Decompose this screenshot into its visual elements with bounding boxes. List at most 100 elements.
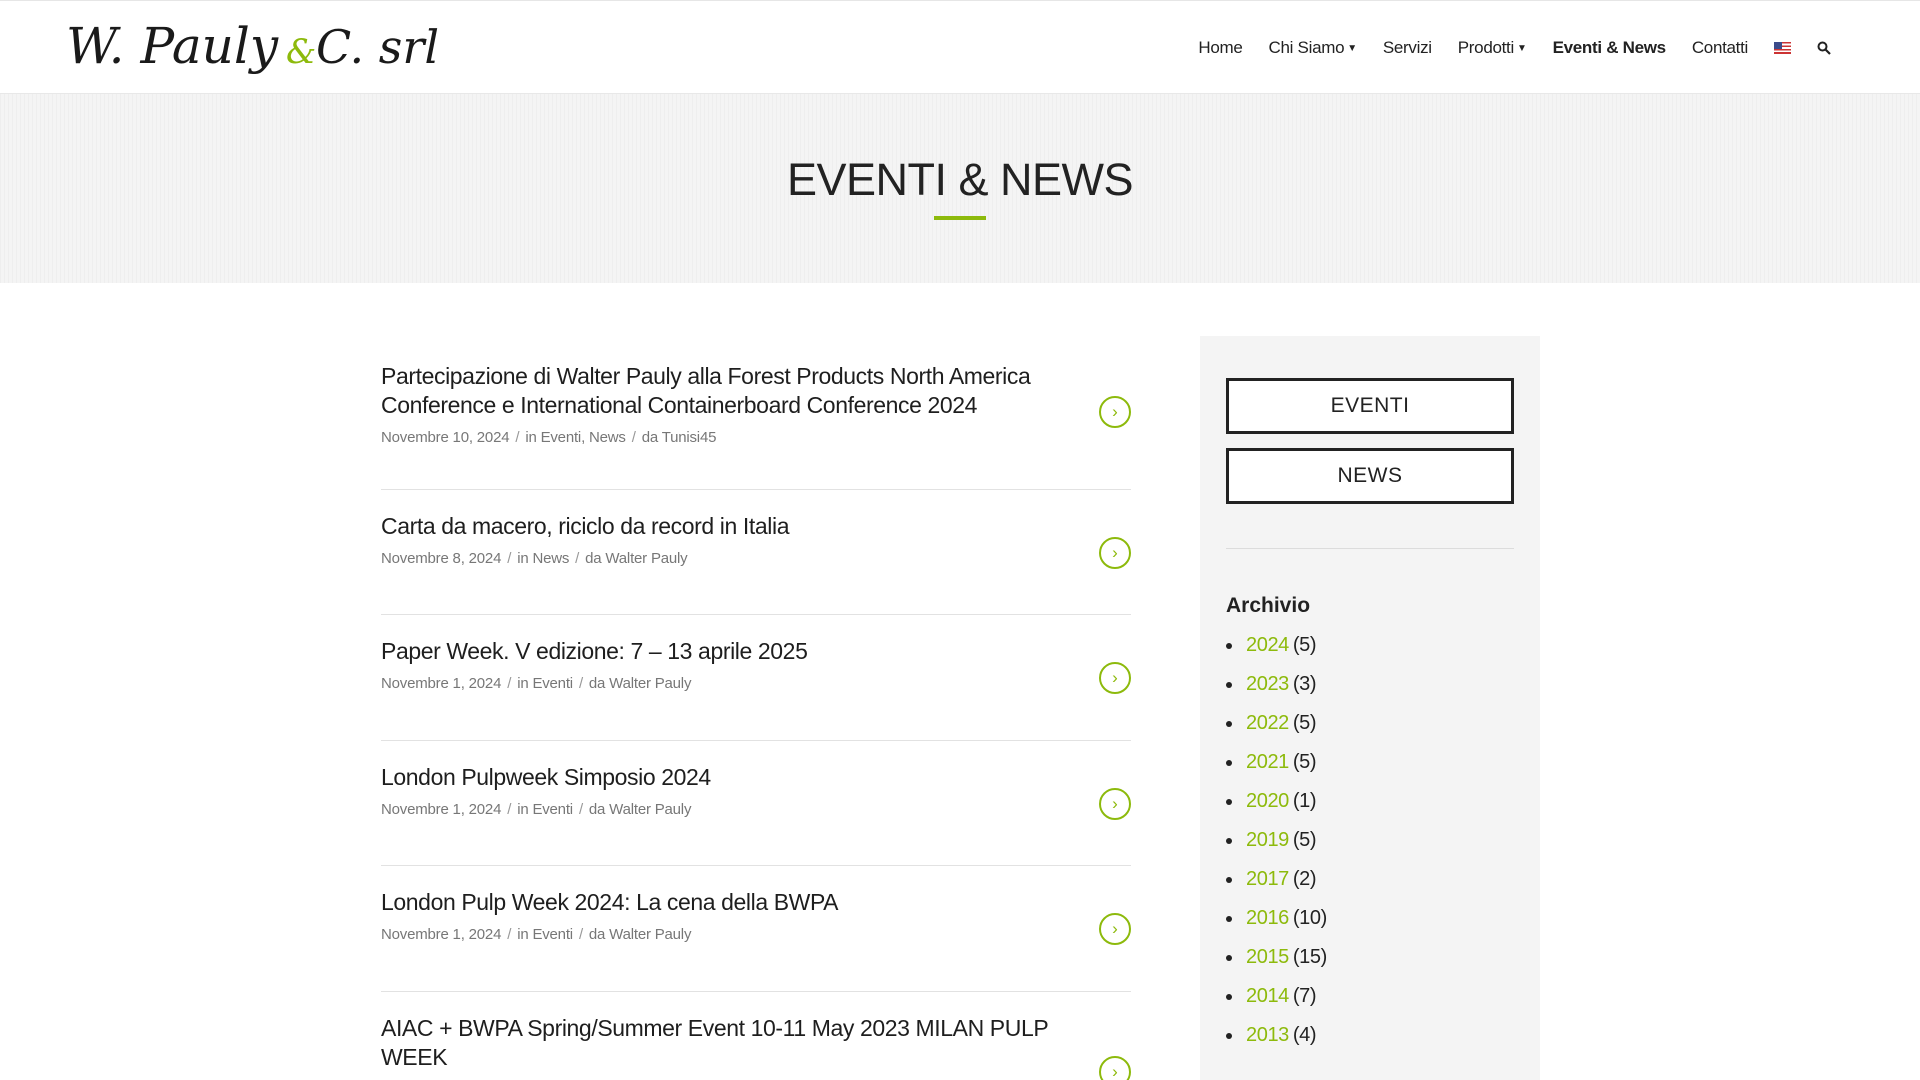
nav-home[interactable]: Home bbox=[1185, 1, 1255, 95]
archive-year-link[interactable]: 2016 bbox=[1246, 907, 1289, 930]
archive-item: 2014 (7) bbox=[1226, 977, 1327, 1016]
nav-chi-siamo[interactable]: Chi Siamo ▼ bbox=[1256, 1, 1370, 95]
title-underline bbox=[934, 216, 986, 220]
in-label: in bbox=[517, 801, 529, 818]
logo-wordmark: W. Pauly & C. srl bbox=[66, 17, 439, 75]
archive-year-link[interactable]: 2024 bbox=[1246, 634, 1289, 657]
archive-year-link[interactable]: 2021 bbox=[1246, 751, 1289, 774]
read-more-arrow-icon[interactable]: › bbox=[1099, 662, 1131, 694]
archive-year-link[interactable]: 2020 bbox=[1246, 790, 1289, 813]
archive-item: 2016 (10) bbox=[1226, 899, 1327, 938]
archive-item: 2017 (2) bbox=[1226, 860, 1327, 899]
archive-count: (1) bbox=[1292, 790, 1317, 812]
logo-text-tail: C. srl bbox=[316, 20, 439, 74]
archive-year-link[interactable]: 2014 bbox=[1246, 985, 1289, 1008]
archive-count: (7) bbox=[1292, 985, 1317, 1007]
nav-contatti-label: Contatti bbox=[1691, 38, 1748, 57]
archive-count: (15) bbox=[1292, 946, 1327, 968]
read-more-arrow-icon[interactable]: › bbox=[1099, 788, 1131, 820]
by-label: da bbox=[588, 801, 606, 818]
eventi-category-button[interactable]: EVENTI bbox=[1226, 378, 1514, 434]
post-meta: Novembre 1, 2024/in Eventi / da Walter Pau… bbox=[381, 675, 692, 692]
read-more-arrow-icon[interactable]: › bbox=[1099, 396, 1131, 428]
post-category-link[interactable]: Eventi, News bbox=[541, 429, 626, 446]
page-title: EVENTI & NEWS bbox=[786, 154, 1134, 205]
nav-contatti[interactable]: Contatti bbox=[1679, 1, 1761, 95]
nav-home-label: Home bbox=[1198, 38, 1243, 57]
nav-servizi[interactable]: Servizi bbox=[1370, 1, 1445, 95]
archive-year-link[interactable]: 2015 bbox=[1246, 946, 1289, 969]
page-banner: EVENTI & NEWS bbox=[0, 94, 1920, 283]
read-more-arrow-icon[interactable]: › bbox=[1099, 537, 1131, 569]
post-author-link[interactable]: Tunisi45 bbox=[662, 429, 717, 446]
nav-prodotti[interactable]: Prodotti ▼ bbox=[1445, 1, 1540, 95]
post-date: Novembre 1, 2024 bbox=[381, 801, 502, 818]
archive-item: 2022 (5) bbox=[1226, 704, 1327, 743]
post-author-link[interactable]: Walter Pauly bbox=[609, 675, 691, 692]
archive-count: (10) bbox=[1292, 907, 1327, 929]
by-label: da bbox=[585, 550, 602, 567]
search-icon bbox=[1817, 41, 1831, 55]
post-item: London Pulp Week 2024: La cena della BWP… bbox=[381, 866, 1131, 992]
post-category-link[interactable]: Eventi bbox=[532, 801, 573, 818]
post-author-link[interactable]: Walter Pauly bbox=[609, 926, 691, 943]
nav-language[interactable] bbox=[1761, 1, 1804, 95]
by-label: da bbox=[588, 926, 606, 943]
post-date: Novembre 1, 2024 bbox=[381, 926, 502, 943]
archive-year-link[interactable]: 2023 bbox=[1246, 673, 1289, 696]
archive-count: (3) bbox=[1292, 673, 1317, 695]
post-category-link[interactable]: Eventi bbox=[532, 926, 573, 943]
post-item: Paper Week. V edizione: 7 – 13 aprile 20… bbox=[381, 615, 1131, 741]
caret-down-icon: ▼ bbox=[1347, 42, 1357, 54]
news-category-button[interactable]: NEWS bbox=[1226, 448, 1514, 504]
post-item: Partecipazione di Walter Pauly alla Fore… bbox=[381, 340, 1131, 490]
post-meta: Novembre 10, 2024/in Eventi, News / da Tun… bbox=[381, 429, 717, 446]
archive-item: 2015 (15) bbox=[1226, 938, 1327, 977]
post-meta: Novembre 1, 2024/in Eventi / da Walter Pau… bbox=[381, 801, 692, 818]
post-date: Novembre 8, 2024 bbox=[381, 550, 502, 567]
post-title-link[interactable]: London Pulpweek Simposio 2024 bbox=[381, 763, 1061, 792]
in-label: in bbox=[517, 550, 529, 567]
post-author-link[interactable]: Walter Pauly bbox=[605, 550, 687, 567]
post-category-link[interactable]: News bbox=[532, 550, 569, 567]
post-item: London Pulpweek Simposio 2024 Novembre 1… bbox=[381, 741, 1131, 866]
site-header: W. Pauly & C. srl Home Chi Siamo ▼ Servi… bbox=[0, 0, 1920, 96]
post-item: Carta da macero, riciclo da record in It… bbox=[381, 490, 1131, 615]
post-title-link[interactable]: AIAC + BWPA Spring/Summer Event 10-11 Ma… bbox=[381, 1014, 1061, 1072]
post-author-link[interactable]: Walter Pauly bbox=[609, 801, 691, 818]
nav-prodotti-label: Prodotti bbox=[1457, 38, 1514, 57]
post-title-link[interactable]: Partecipazione di Walter Pauly alla Fore… bbox=[381, 362, 1061, 420]
read-more-arrow-icon[interactable]: › bbox=[1099, 1056, 1131, 1080]
post-title-link[interactable]: London Pulp Week 2024: La cena della BWP… bbox=[381, 888, 1061, 917]
post-title-link[interactable]: Paper Week. V edizione: 7 – 13 aprile 20… bbox=[381, 637, 1061, 666]
archive-item: 2023 (3) bbox=[1226, 665, 1327, 704]
archive-count: (5) bbox=[1292, 712, 1317, 734]
us-flag-icon bbox=[1774, 42, 1791, 54]
in-label: in bbox=[517, 675, 529, 692]
archive-item: 2024 (5) bbox=[1226, 626, 1327, 665]
nav-eventi-news-label: Eventi & News bbox=[1552, 38, 1667, 57]
archive-count: (5) bbox=[1292, 751, 1317, 773]
company-logo[interactable]: W. Pauly & C. srl bbox=[64, 9, 454, 87]
post-category-link[interactable]: Eventi bbox=[532, 675, 573, 692]
nav-servizi-label: Servizi bbox=[1382, 38, 1432, 57]
caret-down-icon: ▼ bbox=[1516, 42, 1527, 54]
logo-text-main: W. Pauly bbox=[66, 17, 279, 75]
archive-year-link[interactable]: 2019 bbox=[1246, 829, 1289, 852]
archive-year-link[interactable]: 2022 bbox=[1246, 712, 1289, 735]
archive-year-link[interactable]: 2017 bbox=[1246, 868, 1289, 891]
nav-eventi-news[interactable]: Eventi & News bbox=[1539, 1, 1680, 96]
archive-year-link[interactable]: 2013 bbox=[1246, 1024, 1289, 1047]
post-meta: Novembre 1, 2024/in Eventi / da Walter Pau… bbox=[381, 926, 692, 943]
read-more-arrow-icon[interactable]: › bbox=[1099, 913, 1131, 945]
main-nav: Home Chi Siamo ▼ Servizi Prodotti ▼ Even… bbox=[1185, 1, 1844, 96]
post-meta: Novembre 8, 2024/in News / da Walter Pauly bbox=[381, 550, 688, 567]
archive-count: (5) bbox=[1292, 634, 1317, 656]
logo-ampersand: & bbox=[286, 32, 316, 72]
post-item: AIAC + BWPA Spring/Summer Event 10-11 Ma… bbox=[381, 992, 1131, 1080]
post-title-link[interactable]: Carta da macero, riciclo da record in It… bbox=[381, 512, 1061, 541]
post-date: Novembre 10, 2024 bbox=[381, 429, 510, 446]
archive-count: (5) bbox=[1292, 829, 1317, 851]
nav-chi-siamo-label: Chi Siamo bbox=[1268, 38, 1345, 57]
nav-search[interactable] bbox=[1804, 1, 1844, 95]
